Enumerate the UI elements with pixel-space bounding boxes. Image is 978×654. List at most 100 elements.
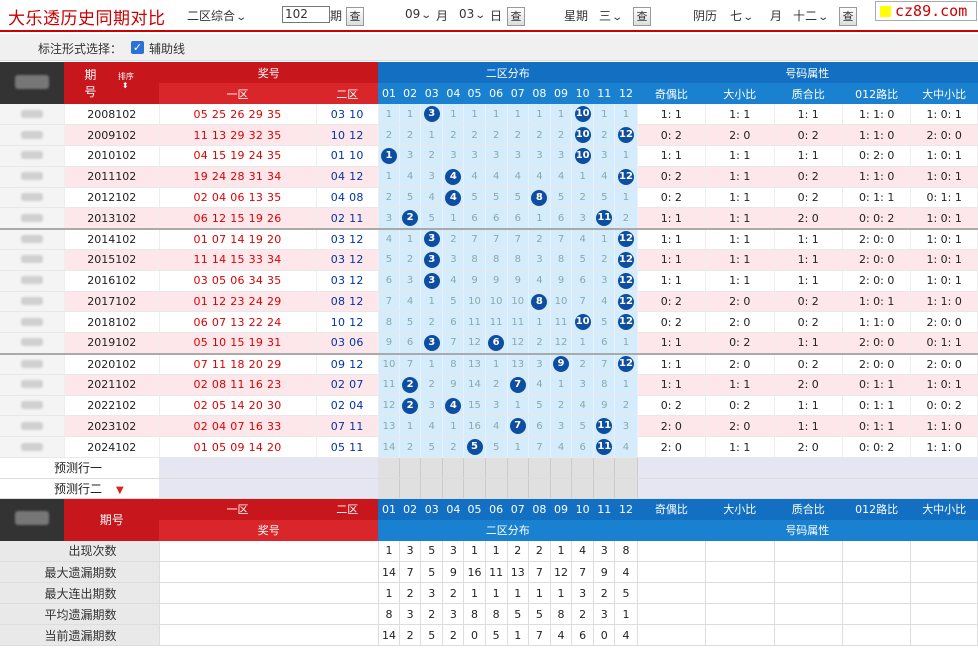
site-logo[interactable]: cz89.com: [875, 1, 977, 21]
dist-cell: 3: [378, 207, 401, 230]
predict-dist-cell[interactable]: [485, 478, 508, 500]
sort-toggle[interactable]: 排序: [118, 72, 134, 81]
stat-label: 最大遗漏期数: [0, 561, 160, 584]
week-select[interactable]: 三⌄: [599, 7, 623, 24]
dist-cell: 2: [528, 332, 551, 355]
attr-cell: 1: 1: 0: [842, 311, 912, 334]
predict-prize-area[interactable]: [159, 478, 379, 500]
predict-dist-cell[interactable]: [571, 457, 595, 479]
predict-dist-cell[interactable]: [571, 478, 595, 500]
attr-col-header[interactable]: 质合比: [774, 83, 843, 104]
predict-dist-cell[interactable]: [593, 478, 616, 500]
dist-col-header: 10: [571, 83, 594, 104]
predict-dist-cell[interactable]: [593, 457, 616, 479]
dist-cell: 3: [420, 395, 444, 417]
dist-cell: 7: [528, 436, 551, 459]
lunar-month-select[interactable]: 七⌄: [730, 7, 754, 24]
attr-col-header[interactable]: 012路比: [842, 83, 911, 104]
lunar-query-button[interactable]: 查: [839, 7, 857, 26]
predict-dist-cell[interactable]: [550, 457, 573, 479]
hit-ball: 8: [531, 189, 548, 206]
dist-cell: 2: [399, 249, 422, 271]
stat-value: 4: [550, 624, 573, 647]
dist-cell: 13: [378, 415, 401, 438]
hit-ball: 2: [402, 210, 419, 227]
predict-dist-cell[interactable]: [420, 457, 444, 479]
sort-arrows-icon[interactable]: ⬍: [122, 81, 129, 90]
auxiliary-line-checkbox[interactable]: ✓: [131, 41, 144, 54]
lunar-day-select[interactable]: 十二⌄: [793, 7, 830, 24]
zone2-numbers: 03 12: [316, 249, 379, 271]
chevron-down-icon: ⌄: [817, 12, 830, 23]
attr-col-header[interactable]: 大中小比: [910, 83, 978, 104]
row-avatar: [0, 249, 65, 271]
attr-col-header[interactable]: 大小比: [705, 83, 774, 104]
stat-value: 2: [593, 582, 616, 605]
stat-row: 最大遗漏期数 14 7 5 9 16 11 13 7 12 7 9 4: [0, 561, 978, 584]
attr-cell: 2: 0: [774, 207, 843, 230]
predict-dist-cell[interactable]: [528, 457, 551, 479]
dist-cell: 2: [463, 124, 486, 147]
predict-dist-cell[interactable]: [614, 457, 638, 479]
predict-row: 预测行一: [0, 457, 978, 479]
predict-label[interactable]: 预测行二 ▼: [0, 478, 160, 500]
period-cell: 2017102: [64, 291, 160, 313]
table-row: 2013102 06 12 15 19 26 02 11 3 2 5 1 6 6 6 1 6 3 11 2 1…: [0, 207, 978, 230]
dist-cell: 2: [399, 436, 422, 459]
predict-dist-cell[interactable]: [399, 478, 422, 500]
predict-dist-cell[interactable]: [485, 457, 508, 479]
arrow-down-icon[interactable]: ▼: [116, 485, 124, 496]
dist-cell: 1: [378, 104, 401, 126]
stat-value: 8: [550, 603, 573, 626]
predict-dist-cell[interactable]: [614, 478, 638, 500]
dist-cell: 12: [378, 395, 401, 417]
dist-cell: 3: [550, 145, 573, 167]
page-title: 大乐透历史同期对比: [8, 9, 166, 29]
predict-dist-cell[interactable]: [378, 478, 401, 500]
dist-cell: 1: [614, 187, 638, 209]
day-label: 日: [490, 9, 503, 23]
predict-dist-cell[interactable]: [442, 478, 465, 500]
attr-cell: 2: 0: [637, 436, 707, 459]
hit-ball: 10: [574, 314, 591, 331]
issue-query-button[interactable]: 查: [346, 7, 364, 26]
dist-cell: 4: [571, 395, 595, 417]
auxiliary-line-label[interactable]: 辅助线: [149, 40, 185, 57]
attr-cell: 2: 0: 0: [842, 227, 912, 251]
issue-input[interactable]: 102: [282, 6, 330, 23]
dist-cell: 4: [528, 374, 551, 396]
attr-cell: 0: 2: [774, 352, 843, 375]
predict-dist-cell[interactable]: [507, 478, 529, 500]
predict-dist-cell[interactable]: [420, 478, 444, 500]
zone-select[interactable]: 二区综合⌄: [187, 7, 247, 24]
predict-dist-cell[interactable]: [528, 478, 551, 500]
date-query-button[interactable]: 查: [507, 7, 525, 26]
zone2-numbers: 10 12: [316, 311, 379, 334]
footer-dist-col: 12: [614, 498, 638, 520]
dist-cell: 1: [507, 436, 529, 459]
week-query-button[interactable]: 查: [633, 7, 651, 26]
zone1-numbers: 06 07 13 22 24: [159, 311, 317, 334]
predict-dist-cell[interactable]: [507, 457, 529, 479]
attr-cell: 0: 2: [774, 166, 843, 188]
predict-dist-cell[interactable]: [399, 457, 422, 479]
predict-dist-cell[interactable]: [378, 457, 401, 479]
predict-dist-cell[interactable]: [550, 478, 573, 500]
zone2-numbers: 08 12: [316, 291, 379, 313]
predict-dist-cell[interactable]: [463, 457, 486, 479]
stat-attr-empty: [842, 561, 912, 584]
dist-cell: 12: [614, 352, 638, 375]
dist-cell: 14: [378, 436, 401, 459]
table-row: 2008102 05 25 26 29 35 03 10 1 1 3 1 1 1 1 1 1 10 1 1 1…: [0, 104, 978, 126]
predict-dist-cell[interactable]: [463, 478, 486, 500]
row-avatar: [0, 207, 65, 230]
attr-cell: 1: 1: [705, 270, 775, 292]
predict-label[interactable]: 预测行一: [0, 457, 160, 479]
predict-dist-cell[interactable]: [442, 457, 465, 479]
attr-col-header[interactable]: 奇偶比: [637, 83, 706, 104]
day-select[interactable]: 03⌄: [459, 7, 486, 21]
period-header[interactable]: 期 排序 号 ⬍: [64, 62, 160, 104]
month-select[interactable]: 09⌄: [405, 7, 432, 21]
zone1-numbers: 06 12 15 19 26: [159, 207, 317, 230]
predict-prize-area[interactable]: [159, 457, 379, 479]
